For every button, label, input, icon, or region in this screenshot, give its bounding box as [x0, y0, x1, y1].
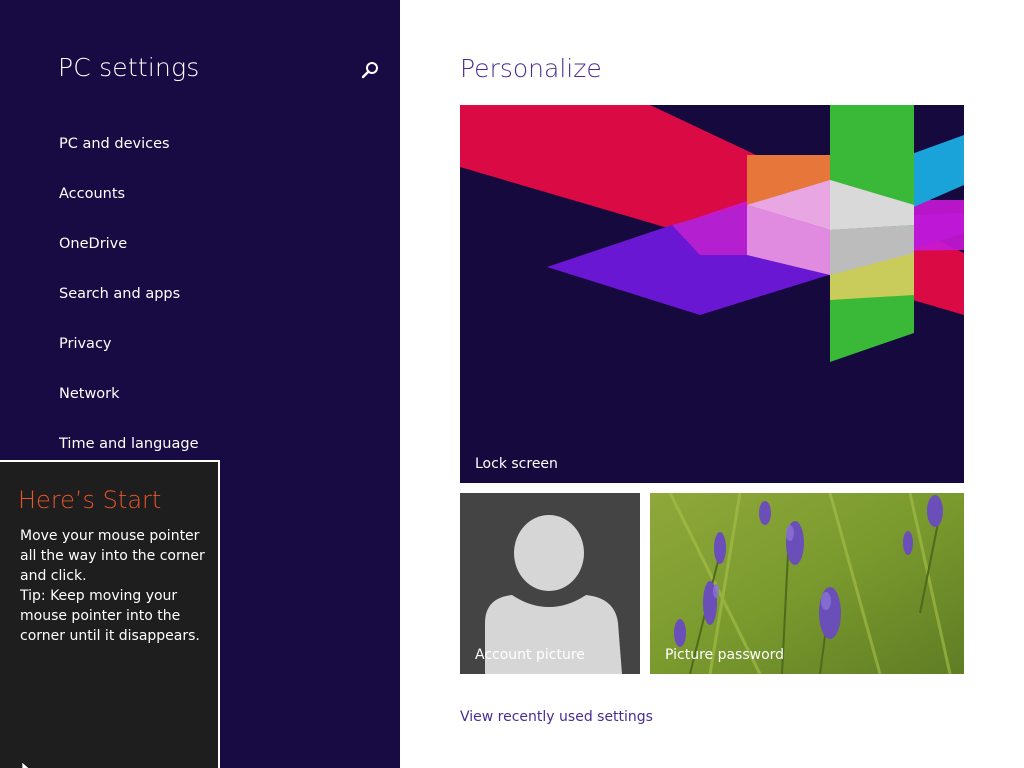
tip-instruction: Move your mouse pointer all the way into… — [20, 528, 205, 584]
section-title: Personalize — [460, 54, 602, 83]
lock-screen-label: Lock screen — [475, 456, 558, 472]
pc-settings-screen: PC settings PC and devices Accounts OneD… — [0, 0, 1024, 768]
lock-screen-artwork — [460, 105, 964, 483]
nav-list: PC and devices Accounts OneDrive Search … — [59, 133, 199, 483]
lock-screen-tile[interactable]: Lock screen — [460, 105, 964, 483]
nav-item-pc-and-devices[interactable]: PC and devices — [59, 133, 199, 183]
picture-password-tile[interactable]: Picture password — [650, 493, 964, 674]
tip-title: Here’s Start — [18, 486, 162, 514]
search-icon — [361, 62, 378, 79]
nav-item-privacy[interactable]: Privacy — [59, 333, 199, 383]
view-recent-settings-link[interactable]: View recently used settings — [460, 709, 653, 725]
search-button[interactable] — [358, 58, 382, 82]
tip-body: Move your mouse pointer all the way into… — [20, 526, 210, 646]
picture-password-label: Picture password — [665, 647, 785, 663]
start-tip-popup: Here’s Start Move your mouse pointer all… — [0, 460, 220, 768]
nav-item-search-and-apps[interactable]: Search and apps — [59, 283, 199, 333]
mouse-cursor-icon — [22, 762, 30, 768]
tip-hint: Tip: Keep moving your mouse pointer into… — [20, 588, 200, 644]
nav-item-accounts[interactable]: Accounts — [59, 183, 199, 233]
page-title: PC settings — [58, 53, 200, 82]
account-picture-tile[interactable]: Account picture — [460, 493, 640, 674]
nav-item-network[interactable]: Network — [59, 383, 199, 433]
account-picture-label: Account picture — [475, 647, 585, 663]
nav-item-onedrive[interactable]: OneDrive — [59, 233, 199, 283]
